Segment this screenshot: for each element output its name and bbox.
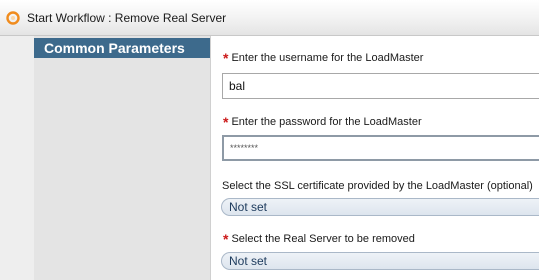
required-marker: *: [223, 114, 229, 130]
username-field[interactable]: [222, 73, 539, 99]
title-bar: Start Workflow : Remove Real Server: [0, 0, 539, 36]
username-label-row: * Enter the username for the LoadMaster: [223, 50, 424, 66]
password-label-row: * Enter the password for the LoadMaster: [223, 114, 422, 130]
workflow-icon: [6, 11, 20, 25]
required-marker: *: [223, 231, 229, 247]
real-server-label-row: * Select the Real Server to be removed: [223, 231, 415, 247]
ssl-certificate-label: Select the SSL certificate provided by t…: [222, 180, 533, 192]
password-field[interactable]: [222, 135, 539, 161]
real-server-select[interactable]: Not set: [221, 252, 539, 270]
window-title: Start Workflow : Remove Real Server: [27, 11, 227, 25]
sidebar-item-common-parameters[interactable]: Common Parameters: [34, 38, 210, 58]
username-label: Enter the username for the LoadMaster: [231, 52, 424, 64]
required-marker: *: [223, 50, 229, 66]
form-panel: *Enter the username for the LoadMaster *…: [211, 36, 539, 280]
ssl-certificate-select[interactable]: Not set: [221, 198, 539, 216]
real-server-label: Select the Real Server to be removed: [231, 233, 415, 245]
sidebar: Common Parameters: [0, 36, 210, 280]
password-label: Enter the password for the LoadMaster: [231, 116, 422, 128]
sidebar-gutter: [0, 36, 34, 280]
